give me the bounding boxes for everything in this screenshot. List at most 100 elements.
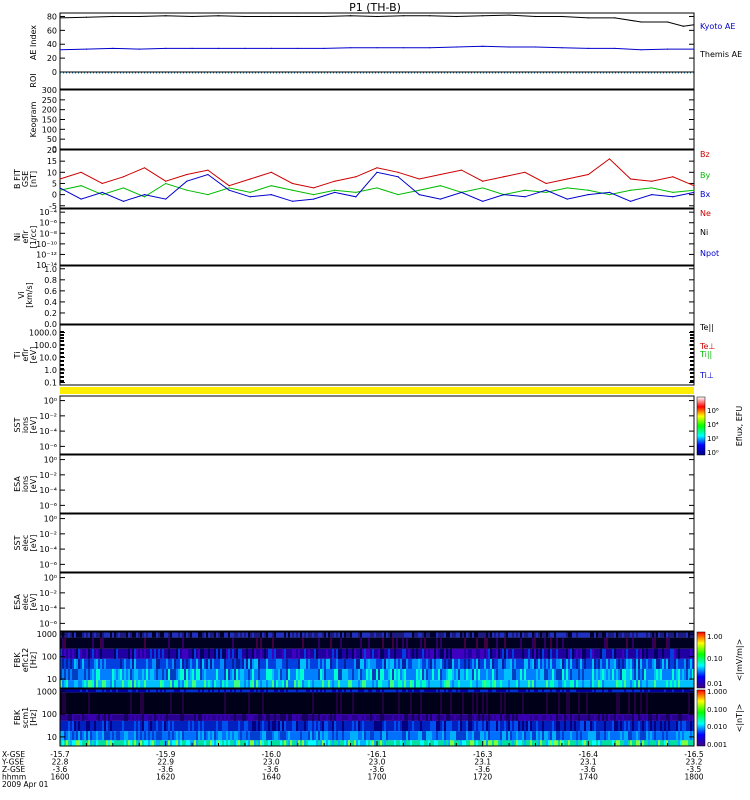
data-point bbox=[561, 15, 563, 18]
data-point bbox=[397, 194, 399, 196]
panel-esa_e: 10⁻⁶10⁻⁴10⁻²10⁰ESA elec [eV] bbox=[13, 572, 695, 632]
y-tick-label: 10⁻⁶ bbox=[39, 501, 57, 510]
data-point bbox=[566, 178, 568, 180]
data-point bbox=[291, 200, 294, 202]
data-point bbox=[429, 15, 431, 17]
data-point bbox=[682, 25, 685, 27]
data-point bbox=[270, 171, 272, 173]
data-point bbox=[355, 196, 357, 198]
data-point bbox=[228, 189, 230, 191]
data-point bbox=[651, 180, 653, 182]
data-point bbox=[397, 171, 399, 173]
y-tick-label: 1000.0 bbox=[29, 329, 57, 338]
y-tick-label: 10⁻² bbox=[39, 530, 57, 539]
data-point bbox=[460, 191, 463, 193]
colorbar-label: Eflux, EFU bbox=[735, 406, 744, 447]
themis-summary-plot: P1 (TH-B) 0 20 40 60 80 AE Index Kyoto AE Themi… bbox=[0, 0, 750, 800]
data-point bbox=[651, 194, 653, 196]
data-point bbox=[191, 15, 193, 18]
data-point bbox=[587, 189, 589, 191]
data-point bbox=[270, 194, 272, 196]
y-axis-label: [nT] bbox=[29, 171, 38, 187]
y-tick-label: 10⁰ bbox=[44, 515, 57, 524]
y-tick-label: 100 bbox=[42, 125, 57, 134]
data-point bbox=[439, 173, 441, 176]
y-tick-label: 1.0 bbox=[44, 366, 57, 375]
y-tick-label: 10⁻⁴ bbox=[39, 208, 57, 217]
data-point bbox=[439, 198, 441, 200]
legend-entry: Ni bbox=[700, 228, 708, 237]
data-point bbox=[165, 47, 167, 50]
colorbar-tick: 0.010 bbox=[707, 723, 727, 731]
panel-frame bbox=[59, 265, 695, 325]
data-point bbox=[291, 189, 294, 191]
spectrogram-layer bbox=[60, 387, 694, 746]
data-point bbox=[566, 198, 568, 200]
data-point bbox=[587, 173, 589, 176]
panel-frame bbox=[59, 454, 695, 514]
data-point bbox=[85, 16, 88, 18]
colorbar-nt: 0.001 0.010 0.100 1.000 <|nT|> bbox=[696, 688, 744, 749]
y-tick-label: 10⁰ bbox=[44, 456, 57, 465]
y-tick-label: 0.1 bbox=[44, 379, 57, 388]
data-point bbox=[693, 24, 695, 26]
data-point bbox=[482, 187, 484, 189]
data-point bbox=[207, 173, 209, 176]
data-point bbox=[429, 47, 431, 49]
data-point bbox=[651, 187, 653, 189]
legend-entry: Kyoto AE bbox=[700, 22, 735, 31]
x-tick-value: 1600 bbox=[50, 773, 69, 782]
data-point bbox=[397, 176, 399, 178]
legend-entry: By bbox=[700, 171, 710, 180]
data-point bbox=[138, 48, 140, 50]
y-axis-label: [eV] bbox=[29, 476, 38, 493]
data-point bbox=[217, 47, 220, 50]
panel-frame bbox=[59, 71, 695, 90]
legend-entry: Npot bbox=[700, 249, 719, 258]
colorbar-tick: 1.00 bbox=[707, 633, 723, 641]
panel-ti: 0.11.010.0100.01000.0Ti eflr [eV]Te||Te⊥Ti… bbox=[13, 323, 715, 388]
y-tick-label: 10⁻⁶ bbox=[39, 560, 57, 569]
data-point bbox=[524, 171, 526, 173]
y-axis-label: [Hz] bbox=[29, 709, 38, 725]
colorbar-tick: 0.01 bbox=[707, 680, 723, 688]
data-point bbox=[587, 17, 589, 19]
legend-entry: Te|| bbox=[699, 323, 714, 332]
data-point bbox=[672, 176, 674, 178]
data-point bbox=[672, 196, 674, 198]
series-bfit-1 bbox=[59, 182, 695, 198]
data-point bbox=[640, 49, 642, 51]
y-tick-label: 10⁻⁶ bbox=[39, 442, 57, 451]
data-point bbox=[482, 15, 484, 17]
y-tick-label: 15 bbox=[47, 157, 57, 166]
data-point bbox=[165, 15, 167, 17]
data-point bbox=[101, 182, 103, 185]
data-point bbox=[614, 47, 616, 50]
data-point bbox=[323, 15, 325, 18]
data-point bbox=[534, 46, 537, 48]
data-point bbox=[80, 198, 82, 200]
y-tick-label: 5 bbox=[52, 179, 57, 188]
legend-entry: Ti|| bbox=[699, 350, 712, 359]
data-point bbox=[249, 191, 251, 193]
data-point bbox=[186, 173, 188, 176]
data-point bbox=[439, 185, 441, 187]
y-axis-label: Keogram bbox=[29, 101, 38, 137]
data-point bbox=[270, 15, 272, 18]
data-point bbox=[460, 169, 463, 171]
data-point bbox=[666, 21, 669, 23]
y-tick-label: 10.0 bbox=[39, 354, 57, 363]
y-tick-label: 80 bbox=[47, 12, 57, 21]
colorbar-tick: 10⁰ bbox=[707, 449, 719, 457]
data-point bbox=[59, 17, 61, 19]
colorbar-tick: 0.10 bbox=[707, 655, 723, 663]
y-axis-label: [1/cc] bbox=[29, 226, 38, 249]
panel-sst_i: 10⁻⁶10⁻⁴10⁻²10⁰SST ions [eV] bbox=[13, 395, 695, 455]
y-tick-label: 100 bbox=[42, 710, 57, 719]
y-tick-label: 0.4 bbox=[44, 298, 57, 307]
panel-roi: ROI bbox=[29, 71, 695, 90]
y-axis-label: [eV] bbox=[29, 535, 38, 552]
y-tick-label: 150 bbox=[42, 116, 57, 125]
y-axis-label: [km/s] bbox=[25, 282, 34, 308]
data-point bbox=[244, 15, 246, 18]
